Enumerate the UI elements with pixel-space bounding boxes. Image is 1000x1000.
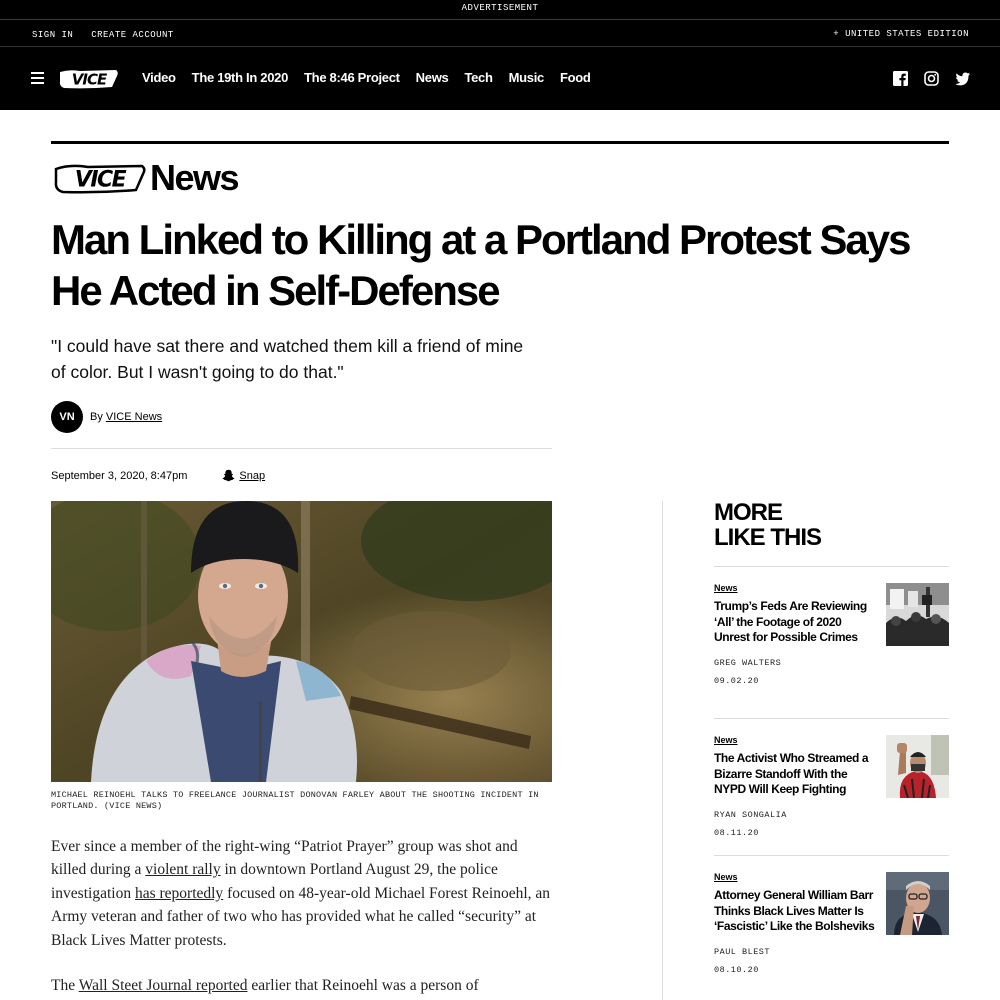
social-links [877,71,970,86]
attorney-general-portrait-thumbnail[interactable] [886,872,949,935]
article-body: Ever since a member of the right-wing “P… [51,835,551,1000]
violent-rally-link[interactable]: violent rally [145,861,220,878]
snap-share-button[interactable]: Snap [222,469,265,482]
card-author: RYAN SONGALIA [714,810,787,821]
article-headline: Man Linked to Killing at a Portland Prot… [51,216,912,314]
related-card[interactable]: News Attorney General William Barr Think… [714,872,949,975]
vice-news-logo: VICE [54,164,146,194]
card-date: 08.10.20 [714,965,759,976]
has-reportedly-link[interactable]: has reportedly [135,885,223,902]
meta-divider [51,448,552,449]
nav-link-music[interactable]: Music [509,70,545,85]
article-photo[interactable] [51,501,552,782]
card-author: GREG WALTERS [714,658,782,669]
meta-row: September 3, 2020, 8:47pm Snap [51,469,265,482]
account-bar: SIGN IN CREATE ACCOUNT + UNITED STATES E… [0,20,1000,47]
card-date: 08.11.20 [714,828,759,839]
vice-logo[interactable]: VICE [58,67,120,91]
nav-link-video[interactable]: Video [142,70,176,85]
card-title[interactable]: Trump’s Feds Are Reviewing ‘All’ the Foo… [714,599,876,646]
related-card[interactable]: News Trump’s Feds Are Reviewing ‘All’ th… [714,583,949,686]
nav-link-846-project[interactable]: The 8:46 Project [304,70,400,85]
main-nav: VICE Video The 19th In 2020 The 8:46 Pro… [0,47,1000,110]
author-row: VN By VICE News [51,401,162,433]
photo-caption: MICHAEL REINOEHL TALKS TO FREELANCE JOUR… [51,790,539,811]
more-heading-line: LIKE THIS [714,524,822,551]
author-link[interactable]: VICE News [106,411,162,423]
text-run: earlier that Reinoehl was a person of [247,977,479,995]
card-title[interactable]: Attorney General William Barr Thinks Bla… [714,888,876,935]
sign-in-link[interactable]: SIGN IN [32,30,73,40]
svg-text:VICE: VICE [75,168,127,193]
publish-date: September 3, 2020, 8:47pm [51,469,188,482]
card-date: 09.02.20 [714,676,759,687]
nav-links: Video The 19th In 2020 The 8:46 Project … [142,70,607,85]
nav-link-19th[interactable]: The 19th In 2020 [192,70,289,85]
avatar[interactable]: VN [51,401,83,433]
svg-text:VICE: VICE [72,71,108,89]
sidebar-rule [714,855,949,856]
man-in-beanie-photo [51,501,552,782]
twitter-icon[interactable] [955,71,970,86]
vice-news-brand[interactable]: VICE News [54,157,240,198]
byline: By VICE News [90,411,162,423]
header-rule [51,141,949,144]
protest-crowd-thumbnail[interactable] [886,583,949,646]
facebook-icon[interactable] [893,71,908,86]
sidebar-rule [714,566,949,567]
menu-icon[interactable] [31,72,44,84]
advertisement-bar: ADVERTISEMENT [0,0,1000,20]
nav-link-food[interactable]: Food [560,70,591,85]
card-author: PAUL BLEST [714,947,771,958]
edition-selector[interactable]: + UNITED STATES EDITION [833,29,969,39]
card-title[interactable]: The Activist Who Streamed a Bizarre Stan… [714,751,876,798]
byline-prefix: By [90,411,103,423]
activist-raised-fist-thumbnail[interactable] [886,735,949,798]
advertisement-label: ADVERTISEMENT [461,3,539,13]
paragraph: Ever since a member of the right-wing “P… [51,835,551,952]
related-card[interactable]: News The Activist Who Streamed a Bizarre… [714,735,949,838]
nav-link-news[interactable]: News [416,70,449,85]
sidebar-rule [714,718,949,719]
snap-label: Snap [239,469,266,482]
section-label: News [150,157,240,198]
sidebar-divider [662,501,663,1000]
article-dek: "I could have sat there and watched them… [51,336,524,382]
paragraph: The Wall Steet Journal reported earlier … [51,974,551,997]
nav-link-tech[interactable]: Tech [464,70,492,85]
instagram-icon[interactable] [924,71,939,86]
wsj-link[interactable]: Wall Steet Journal reported [79,977,248,994]
text-run: The [51,977,79,995]
more-heading-line: MORE [714,499,783,526]
create-account-link[interactable]: CREATE ACCOUNT [91,30,174,40]
more-like-this-heading: MORE LIKE THIS [714,499,822,551]
snapchat-icon [222,469,235,482]
